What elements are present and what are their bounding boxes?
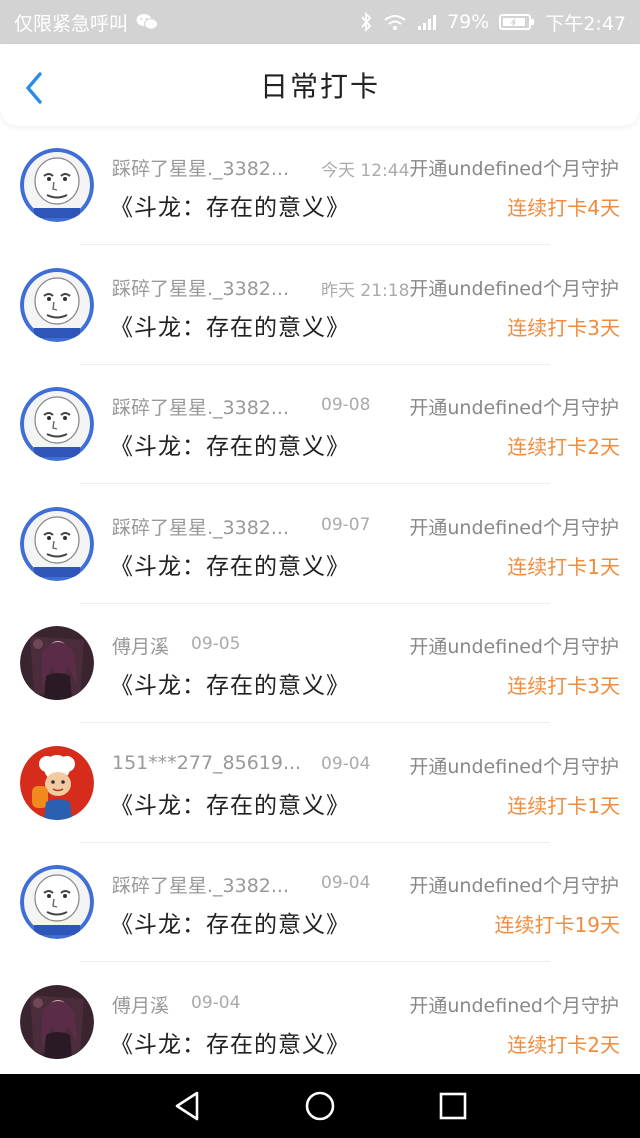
book-title[interactable]: 《斗龙：存在的意义》 (110, 666, 350, 700)
checkin-row[interactable]: 踩碎了星星._3382... 09-04 开通undefined个月守护《斗龙：存在… (0, 843, 640, 962)
book-title[interactable]: 《斗龙：存在的意义》 (110, 905, 350, 939)
book-title[interactable]: 《斗龙：存在的意义》 (110, 1025, 350, 1059)
streak-label: 连续打卡1天 (507, 793, 620, 818)
checkin-date: 09-04 (321, 873, 371, 893)
wechat-icon (136, 13, 159, 31)
recents-square-icon (440, 1092, 467, 1120)
guard-text: 开通undefined个月守护 (409, 632, 619, 659)
avatar[interactable] (20, 267, 94, 342)
guard-text: 开通undefined个月守护 (409, 154, 619, 181)
user-name: 踩碎了星星._3382... (112, 158, 290, 180)
page-title: 日常打卡 (259, 70, 380, 103)
user-name: 踩碎了星星._3382... (112, 397, 290, 419)
chevron-left-icon (26, 72, 42, 104)
book-title[interactable]: 《斗龙：存在的意义》 (110, 427, 350, 461)
status-bar-right: 79% 下午2:47 (359, 9, 626, 36)
user-name: 151***277_85619... (112, 751, 302, 774)
streak-label: 连续打卡3天 (507, 674, 620, 698)
status-bar: 仅限紧急呼叫 79% 下午2:47 (0, 0, 640, 44)
signal-icon (417, 13, 437, 31)
checkin-date: 今天 12:44 (321, 161, 410, 181)
streak-label: 连续打卡2天 (507, 435, 620, 459)
checkin-date: 09-07 (321, 514, 371, 535)
checkin-date: 09-04 (191, 992, 241, 1013)
user-name: 踩碎了星星._3382... (112, 516, 290, 539)
nav-home-button[interactable] (295, 1081, 345, 1131)
page-header: 日常打卡 (0, 44, 640, 126)
streak-label: 连续打卡4天 (507, 196, 620, 220)
book-title[interactable]: 《斗龙：存在的意义》 (110, 786, 350, 820)
checkin-row[interactable]: 踩碎了星星._3382... 今天 12:44 开通undefined个月守护《斗龙… (0, 126, 640, 245)
avatar[interactable] (20, 506, 94, 581)
user-name: 傅月溪 (112, 636, 170, 658)
guard-text: 开通undefined个月守护 (409, 273, 619, 301)
checkin-date: 09-04 (321, 753, 371, 774)
avatar[interactable] (20, 984, 94, 1059)
system-nav-bar (0, 1074, 640, 1138)
checkin-date: 09-08 (321, 395, 371, 415)
wifi-icon (383, 13, 407, 31)
streak-label: 连续打卡19天 (494, 913, 620, 937)
checkin-row[interactable]: 傅月溪 09-05 开通undefined个月守护《斗龙：存在的意义》 连续打卡3天 (0, 604, 640, 723)
back-button[interactable] (14, 68, 54, 108)
carrier-text: 仅限紧急呼叫 (14, 12, 129, 35)
user-name: 傅月溪 (112, 994, 170, 1017)
user-name: 踩碎了星星._3382... (112, 277, 290, 300)
nav-back-button[interactable] (162, 1081, 212, 1131)
avatar[interactable] (20, 626, 94, 700)
book-title[interactable]: 《斗龙：存在的意义》 (110, 308, 350, 342)
back-triangle-icon (175, 1091, 198, 1121)
avatar[interactable] (20, 865, 94, 939)
book-title[interactable]: 《斗龙：存在的意义》 (110, 188, 350, 222)
checkin-row[interactable]: 踩碎了星星._3382... 09-07 开通undefined个月守护《斗龙：存在… (0, 485, 640, 604)
guard-text: 开通undefined个月守护 (409, 990, 619, 1018)
streak-label: 连续打卡1天 (507, 554, 620, 579)
checkin-row[interactable]: 傅月溪 09-04 开通undefined个月守护《斗龙：存在的意义》 连续打卡2天 (0, 963, 640, 1075)
book-title[interactable]: 《斗龙：存在的意义》 (110, 547, 350, 581)
status-bar-left: 仅限紧急呼叫 (14, 9, 159, 36)
guard-text: 开通undefined个月守护 (409, 512, 619, 540)
streak-label: 连续打卡2天 (507, 1032, 620, 1057)
avatar[interactable] (20, 148, 94, 222)
guard-text: 开通undefined个月守护 (409, 393, 619, 420)
streak-label: 连续打卡3天 (507, 315, 620, 340)
battery-percent: 79% (447, 11, 490, 33)
checkin-row[interactable]: 踩碎了星星._3382... 昨天 21:18 开通undefined个月守护《斗龙… (0, 246, 640, 365)
home-circle-icon (305, 1091, 335, 1121)
nav-recents-button[interactable] (428, 1081, 478, 1131)
checkin-row[interactable]: 151***277_85619... 09-04 开通undefined个月守护《斗… (0, 724, 640, 843)
checkin-list: 踩碎了星星._3382... 今天 12:44 开通undefined个月守护 《斗龙… (0, 126, 640, 1074)
checkin-row[interactable]: 踩碎了星星._3382... 09-08 开通undefined个月守护《斗龙：存在… (0, 365, 640, 484)
checkin-date: 09-05 (191, 634, 241, 654)
avatar[interactable] (20, 387, 94, 461)
guard-text: 开通undefined个月守护 (409, 871, 619, 898)
battery-icon (499, 13, 535, 31)
avatar[interactable] (20, 745, 94, 820)
checkin-date: 昨天 21:18 (321, 280, 410, 301)
guard-text: 开通undefined个月守护 (409, 751, 619, 779)
user-name: 踩碎了星星._3382... (112, 875, 290, 897)
clock-text: 下午2:47 (545, 12, 626, 35)
bluetooth-icon (359, 12, 373, 32)
